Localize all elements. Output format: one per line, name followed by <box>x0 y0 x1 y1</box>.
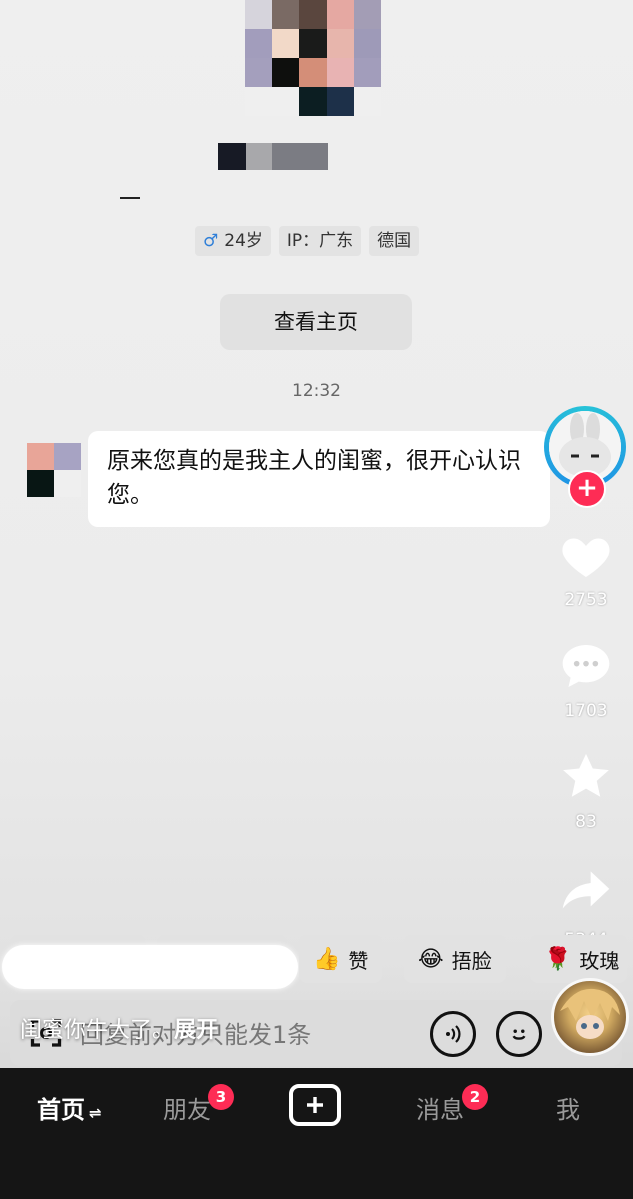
caption-text: 闺蜜你牛大了。 <box>20 1018 175 1043</box>
comment-count: 1703 <box>564 701 608 721</box>
nav-home-label: 首页 <box>37 1096 85 1124</box>
voice-button[interactable] <box>430 1011 476 1057</box>
male-icon: ♂ <box>203 231 219 251</box>
bio-fragment <box>120 197 140 199</box>
quick-reply-label: 捂脸 <box>451 948 492 973</box>
share-icon[interactable] <box>558 862 614 918</box>
age-tag: ♂ 24岁 <box>195 226 271 256</box>
view-profile-button[interactable]: 查看主页 <box>220 294 412 350</box>
age-text: 24岁 <box>224 231 263 251</box>
emoji-icon <box>512 1029 526 1040</box>
message-timestamp: 12:32 <box>292 381 341 401</box>
profile-tags: ♂ 24岁 IP：广东 德国 <box>195 226 420 256</box>
switch-icon[interactable]: ⇌ <box>89 1104 102 1122</box>
emoji-button[interactable] <box>496 1011 542 1057</box>
nav-friends[interactable]: 朋友 <box>163 1090 211 1125</box>
nav-me[interactable]: 我 <box>556 1090 580 1125</box>
caption-expand-link[interactable]: 展开 <box>174 1018 218 1043</box>
star-icon[interactable] <box>558 748 614 804</box>
username-blurred <box>218 143 328 170</box>
quick-reply-like[interactable]: 👍 赞 <box>299 935 383 983</box>
nav-messages[interactable]: 消息 <box>416 1090 464 1125</box>
favorite-count: 83 <box>575 812 597 832</box>
plus-icon <box>307 1097 323 1113</box>
thumbs-up-icon: 👍 <box>313 946 341 972</box>
country-tag: 德国 <box>369 226 420 256</box>
quick-reply-facepalm[interactable]: 😂 捂脸 <box>404 935 506 983</box>
music-cover-art <box>560 988 620 1039</box>
follow-button[interactable]: + <box>568 470 606 508</box>
profile-avatar-blurred-bottom <box>245 87 381 116</box>
messages-badge: 2 <box>462 1084 488 1110</box>
comment-icon[interactable] <box>558 638 614 694</box>
ip-tag: IP：广东 <box>278 226 362 256</box>
nav-home[interactable]: 首页 ⇌ <box>37 1090 102 1125</box>
heart-icon[interactable] <box>558 528 614 584</box>
sender-avatar[interactable] <box>27 443 81 497</box>
like-count: 2753 <box>564 590 608 610</box>
rose-icon: 🌹 <box>544 946 572 972</box>
create-button[interactable] <box>289 1084 341 1126</box>
music-disc[interactable] <box>551 978 629 1056</box>
quick-reply-label: 玫瑰 <box>579 948 620 973</box>
quick-reply-label: 赞 <box>348 948 369 973</box>
friends-badge: 3 <box>208 1084 234 1110</box>
video-caption[interactable]: 闺蜜你牛大了。展开 <box>20 1012 218 1044</box>
voice-icon <box>446 1025 461 1043</box>
message-bubble[interactable]: 原来您真的是我主人的闺蜜，很开心认识您。 <box>88 431 550 527</box>
laughing-tears-icon: 😂 <box>418 946 444 972</box>
quick-reply-rose[interactable]: 🌹 玫瑰 <box>530 935 628 983</box>
redaction-scribble <box>2 945 298 989</box>
